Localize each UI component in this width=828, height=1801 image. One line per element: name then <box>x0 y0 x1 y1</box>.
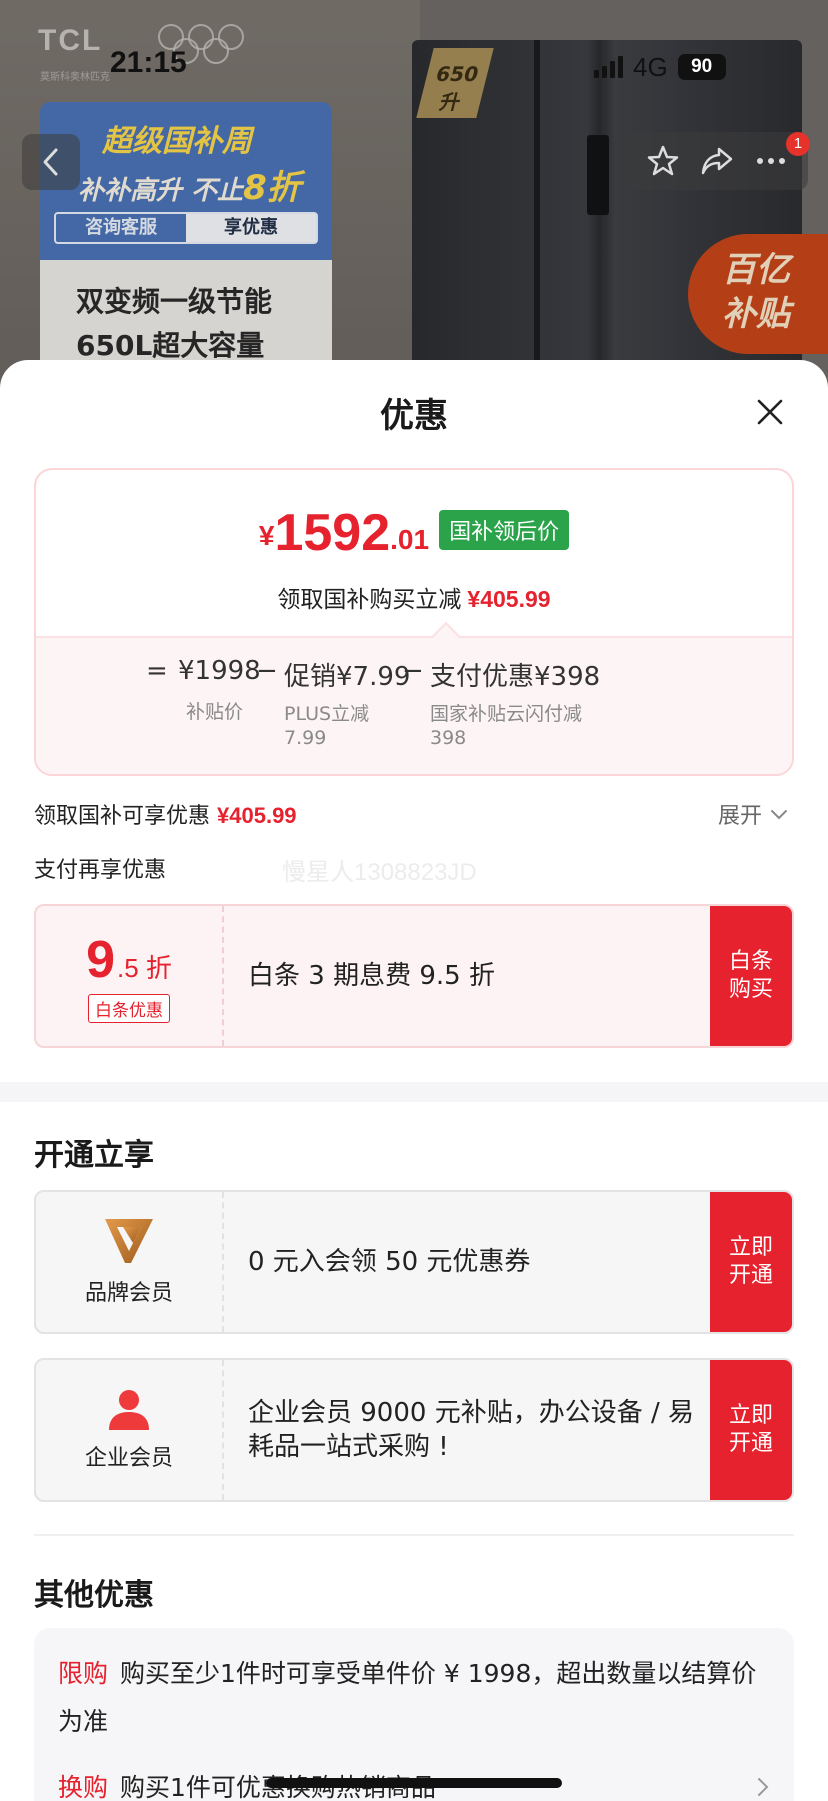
baitiao-offer: 9.5 折 白条优惠 白条 3 期息费 9.5 折 白条 购买 <box>34 904 794 1048</box>
enterprise-member-open-button[interactable]: 立即 开通 <box>710 1360 792 1500</box>
sheet-title: 优惠 <box>380 396 448 436</box>
status-time: 21:15 <box>110 46 187 79</box>
base-price-label: 补贴价 <box>186 701 244 723</box>
battery-icon: 90 <box>677 54 726 80</box>
promo-label: PLUS立减 <box>284 703 370 725</box>
brand-member-badge: 品牌会员 <box>36 1192 224 1332</box>
pay-discount-label-value: 398 <box>430 727 467 749</box>
chevron-down-icon <box>771 810 788 820</box>
price-integer: 1592 <box>274 504 391 562</box>
other-section-title: 其他优惠 <box>34 1578 154 1613</box>
swap-tag: 换购 <box>58 1773 109 1801</box>
price-summary: ¥ 1592 .01 国补领后价 领取国补购买立减 ¥405.99 <box>36 470 792 638</box>
close-button[interactable] <box>744 386 796 438</box>
other-offers: 限购购买至少1件时可享受单件价 ¥ 1998，超出数量以结算价为准 换购购买1件… <box>34 1628 794 1801</box>
limit-offer: 限购 购买至少1件时可享受单件价 ¥ 1998，超出数量以结算价为准 <box>58 1650 770 1746</box>
price-decimal: .01 <box>390 524 430 555</box>
brand-member-icon <box>105 1219 153 1263</box>
share-button[interactable] <box>697 141 737 181</box>
final-price: ¥ 1592 .01 国补领后价 <box>36 506 792 560</box>
star-icon <box>647 145 679 176</box>
enterprise-member-desc: 企业会员 9000 元补贴，办公设备 / 易耗品一站式采购 ! <box>248 1398 694 1462</box>
minus-sign: − <box>256 656 278 686</box>
signal-icon <box>594 56 623 78</box>
pay-discount-label: 国家补贴云闪付减 <box>430 703 583 725</box>
baitiao-desc: 白条 3 期息费 9.5 折 <box>248 961 495 991</box>
discount-value: 9.5 折 <box>86 930 172 989</box>
currency-symbol: ¥ <box>258 520 275 551</box>
baitiao-discount: 9.5 折 白条优惠 <box>36 906 224 1046</box>
promo-label-value: 7.99 <box>284 727 327 749</box>
expand-toggle[interactable]: 展开 <box>718 798 788 830</box>
brand-member-offer: 品牌会员 0 元入会领 50 元优惠券 立即 开通 <box>34 1190 794 1334</box>
pay-discount-value: 支付优惠¥398 <box>430 662 601 692</box>
brand-member-label: 品牌会员 <box>84 1281 173 1306</box>
price-reduction: 领取国补购买立减 ¥405.99 <box>277 586 551 613</box>
share-icon <box>701 147 733 175</box>
open-section-title: 开通立享 <box>34 1138 154 1173</box>
claim-subsidy-row: 领取国补可享优惠 ¥405.99 <box>34 803 297 829</box>
brand-member-open-button[interactable]: 立即 开通 <box>710 1192 792 1332</box>
base-price: ¥1998 <box>178 656 261 686</box>
promo-value: 促销¥7.99 <box>284 662 411 692</box>
brand-member-desc: 0 元入会领 50 元优惠券 <box>248 1247 531 1277</box>
close-icon <box>757 399 783 425</box>
more-icon <box>757 158 785 164</box>
chevron-left-icon <box>43 148 58 176</box>
chevron-right-icon <box>758 1778 769 1796</box>
enterprise-member-offer: 企业会员 企业会员 9000 元补贴，办公设备 / 易耗品一站式采购 ! 立即 … <box>34 1358 794 1502</box>
section-divider <box>0 1082 828 1102</box>
expand-label: 展开 <box>718 804 763 829</box>
more-button[interactable] <box>751 141 791 181</box>
discount-sheet: 优惠 ¥ 1592 .01 国补领后价 领取国补购买立减 ¥405.99 = ¥1… <box>0 360 828 1801</box>
price-card: ¥ 1592 .01 国补领后价 领取国补购买立减 ¥405.99 = ¥1998… <box>34 468 794 776</box>
status-indicators: 4G 90 <box>594 52 726 82</box>
limit-tag: 限购 <box>58 1659 109 1688</box>
home-indicator <box>266 1778 562 1788</box>
network-type: 4G <box>633 51 668 82</box>
baitiao-tag: 白条优惠 <box>88 993 170 1023</box>
limit-text: 购买至少1件时可享受单件价 ¥ 1998，超出数量以结算价为准 <box>58 1659 757 1736</box>
watermark: 慢星人1308823JD <box>282 859 477 886</box>
top-action-bar <box>626 132 808 190</box>
favorite-button[interactable] <box>643 141 683 181</box>
divider <box>34 1534 794 1536</box>
notification-badge: 1 <box>786 132 810 156</box>
enterprise-member-label: 企业会员 <box>84 1446 173 1471</box>
price-tag: 国补领后价 <box>439 510 570 550</box>
equals-sign: = <box>146 656 168 686</box>
pay-more-label: 支付再享优惠 <box>34 858 167 883</box>
baitiao-buy-button[interactable]: 白条 购买 <box>710 906 792 1046</box>
back-button[interactable] <box>22 134 80 190</box>
user-icon <box>109 1390 149 1430</box>
minus-sign: − <box>402 656 424 686</box>
enterprise-member-badge: 企业会员 <box>36 1360 224 1500</box>
